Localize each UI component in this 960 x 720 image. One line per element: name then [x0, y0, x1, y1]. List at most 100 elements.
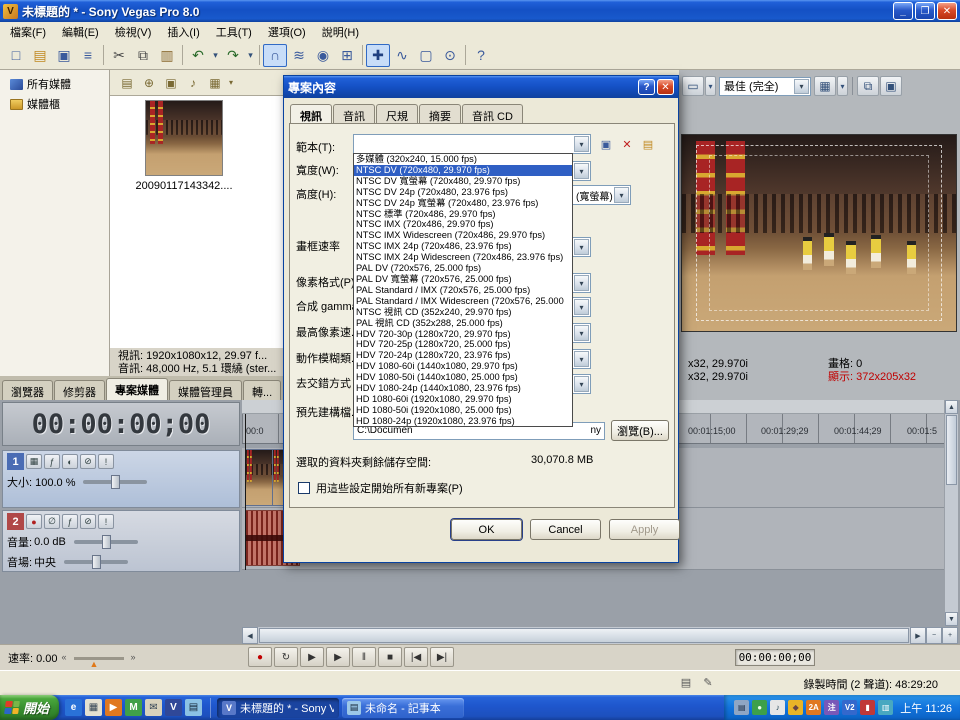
- media-views-icon[interactable]: ▦: [204, 73, 226, 93]
- template-option[interactable]: HDV 720-25p (1280x720, 25.000 fps): [354, 339, 572, 350]
- save-project-icon[interactable]: ▣: [52, 44, 76, 67]
- ql-media-player-icon[interactable]: ▶: [105, 699, 122, 716]
- dialog-button[interactable]: Cancel: [530, 519, 601, 540]
- template-option[interactable]: NTSC DV 24p (720x480, 23.976 fps): [354, 187, 572, 198]
- monitor-menu-arrow[interactable]: ▾: [705, 76, 716, 96]
- slider-handle[interactable]: [102, 535, 111, 549]
- pan-slider[interactable]: [64, 560, 128, 564]
- auto-ripple-icon[interactable]: ≋: [287, 44, 311, 67]
- template-option[interactable]: NTSC IMX 24p (720x486, 23.976 fps): [354, 241, 572, 252]
- media-thumbnail[interactable]: 20090117143342....: [128, 100, 240, 192]
- combo-arrow-icon[interactable]: ▾: [794, 79, 809, 94]
- media-new-bin-icon[interactable]: ▤: [116, 73, 138, 93]
- scroll-up-icon[interactable]: ▲: [945, 400, 958, 414]
- solo-button[interactable]: !: [98, 454, 114, 469]
- restore-button[interactable]: ❐: [915, 2, 935, 20]
- mute-button[interactable]: ⊘: [80, 514, 96, 529]
- media-extract-audio-icon[interactable]: ♪: [182, 73, 204, 93]
- ql-messenger-icon[interactable]: M: [125, 699, 142, 716]
- ql-ie-icon[interactable]: e: [65, 699, 82, 716]
- combo-arrow-icon[interactable]: ▾: [574, 376, 589, 392]
- media-capture-icon[interactable]: ▣: [160, 73, 182, 93]
- scrollbar-thumb[interactable]: [259, 628, 909, 643]
- menu-item[interactable]: 說明(H): [314, 22, 367, 42]
- open-project-icon[interactable]: ▤: [28, 44, 52, 67]
- template-option[interactable]: HD 1080-60i (1920x1080, 29.970 fps): [354, 394, 572, 405]
- toolbar-button[interactable]: [182, 45, 183, 65]
- tray-network-icon[interactable]: ▥: [878, 700, 893, 715]
- volume-slider[interactable]: [74, 540, 138, 544]
- tray-v2-icon[interactable]: V2: [842, 700, 857, 715]
- tray-display-icon[interactable]: ▤: [734, 700, 749, 715]
- menu-item[interactable]: 編輯(E): [54, 22, 107, 42]
- paste-icon[interactable]: ▥: [155, 44, 179, 67]
- video-track-header[interactable]: 1 ▦ƒ◐⊘! 大小: 100.0 %: [2, 450, 240, 508]
- menu-item[interactable]: 插入(I): [159, 22, 207, 42]
- stop-button[interactable]: ■: [378, 647, 402, 667]
- new-project-icon[interactable]: □: [4, 44, 28, 67]
- redo-icon[interactable]: ↷: [221, 44, 245, 67]
- ql-mail-icon[interactable]: ✉: [145, 699, 162, 716]
- toolbar-button[interactable]: [362, 45, 363, 65]
- toolbar-button[interactable]: [465, 45, 466, 65]
- horizontal-scrollbar[interactable]: ◀ ▶ − +: [242, 626, 958, 644]
- tree-item-media-bin[interactable]: 媒體櫃: [0, 94, 109, 114]
- combo-arrow-icon[interactable]: ▾: [574, 299, 589, 315]
- automation-settings-icon[interactable]: ◐: [62, 454, 78, 469]
- combo-arrow-icon[interactable]: ▾: [614, 187, 629, 203]
- dialog-button[interactable]: OK: [451, 519, 522, 540]
- checkbox-box[interactable]: [298, 482, 310, 494]
- pause-button[interactable]: ‖: [352, 647, 376, 667]
- normal-edit-tool-icon[interactable]: ✚: [366, 44, 390, 67]
- zoom-edit-tool-icon[interactable]: ⊙: [438, 44, 462, 67]
- start-button[interactable]: 開始: [0, 695, 59, 720]
- template-option[interactable]: HD 1080-50i (1920x1080, 25.000 fps): [354, 405, 572, 416]
- menu-item[interactable]: 選項(O): [260, 22, 314, 42]
- template-option[interactable]: NTSC 視訊 CD (352x240, 29.970 fps): [354, 307, 572, 318]
- tray-antivirus-icon[interactable]: ●: [752, 700, 767, 715]
- template-option[interactable]: HDV 1080-24p (1440x1080, 23.976 fps): [354, 383, 572, 394]
- record-button[interactable]: ●: [248, 647, 272, 667]
- overlay-grid-button[interactable]: ▦: [814, 76, 836, 96]
- ignore-event-grouping-icon[interactable]: ⊞: [335, 44, 359, 67]
- enable-snapping-icon[interactable]: ∩: [263, 44, 287, 67]
- rate-right-arrows-icon[interactable]: »: [131, 652, 136, 662]
- go-to-start-button[interactable]: |◀: [404, 647, 428, 667]
- start-all-new-projects-checkbox[interactable]: 用這些設定開始所有新專案(P): [298, 480, 463, 496]
- template-option[interactable]: NTSC DV 寬螢幕 (720x480, 29.970 fps): [354, 176, 572, 187]
- taskbar-item-vegas[interactable]: V 未標題的 * - Sony Ve...: [217, 698, 339, 718]
- toolbar-button[interactable]: [259, 45, 260, 65]
- taskbar-clock[interactable]: 上午 11:26: [900, 700, 952, 716]
- slider-handle[interactable]: [111, 475, 120, 489]
- template-option[interactable]: 多媒體 (320x240, 15.000 fps): [354, 154, 572, 165]
- solo-button[interactable]: !: [98, 514, 114, 529]
- template-option[interactable]: PAL Standard / IMX Widescreen (720x576, …: [354, 296, 572, 307]
- save-frame-icon[interactable]: ▣: [880, 76, 902, 96]
- arm-record-button[interactable]: ●: [26, 514, 42, 529]
- media-window-tab[interactable]: 轉...: [243, 380, 281, 400]
- template-option[interactable]: PAL Standard / IMX (720x576, 25.000 fps): [354, 285, 572, 296]
- track-fx-icon[interactable]: ƒ: [62, 514, 78, 529]
- tray-volume-icon[interactable]: ♪: [770, 700, 785, 715]
- template-option[interactable]: HDV 1080-50i (1440x1080, 25.000 fps): [354, 372, 572, 383]
- whats-this-help-icon[interactable]: ?: [469, 44, 493, 67]
- scroll-right-icon[interactable]: ▶: [910, 627, 926, 644]
- ql-notepad-icon[interactable]: ▤: [185, 699, 202, 716]
- taskbar-item-notepad[interactable]: ▤ 未命名 - 記事本: [342, 698, 464, 718]
- combo-arrow-icon[interactable]: ▾: [574, 325, 589, 341]
- copy-icon[interactable]: ⧉: [131, 44, 155, 67]
- scroll-down-icon[interactable]: ▼: [945, 612, 958, 626]
- media-window-tab[interactable]: 專案媒體: [106, 378, 168, 400]
- undo-icon[interactable]: ↶: [186, 44, 210, 67]
- ql-vegas-icon[interactable]: V: [165, 699, 182, 716]
- template-option[interactable]: HDV 720-30p (1280x720, 29.970 fps): [354, 329, 572, 340]
- track-fx-icon[interactable]: ƒ: [44, 454, 60, 469]
- project-properties-icon[interactable]: ≡: [76, 44, 100, 67]
- rate-marker-icon[interactable]: ▲: [90, 659, 99, 669]
- tray-ime-lang-icon[interactable]: 注: [824, 700, 839, 715]
- media-window-tab[interactable]: 瀏覽器: [2, 380, 53, 400]
- template-option[interactable]: NTSC DV (720x480, 29.970 fps): [354, 165, 572, 176]
- tree-item-all-media[interactable]: 所有媒體: [0, 74, 109, 94]
- combo-arrow-icon[interactable]: ▾: [574, 239, 589, 255]
- timecode-display[interactable]: 00:00:00;00: [2, 402, 240, 446]
